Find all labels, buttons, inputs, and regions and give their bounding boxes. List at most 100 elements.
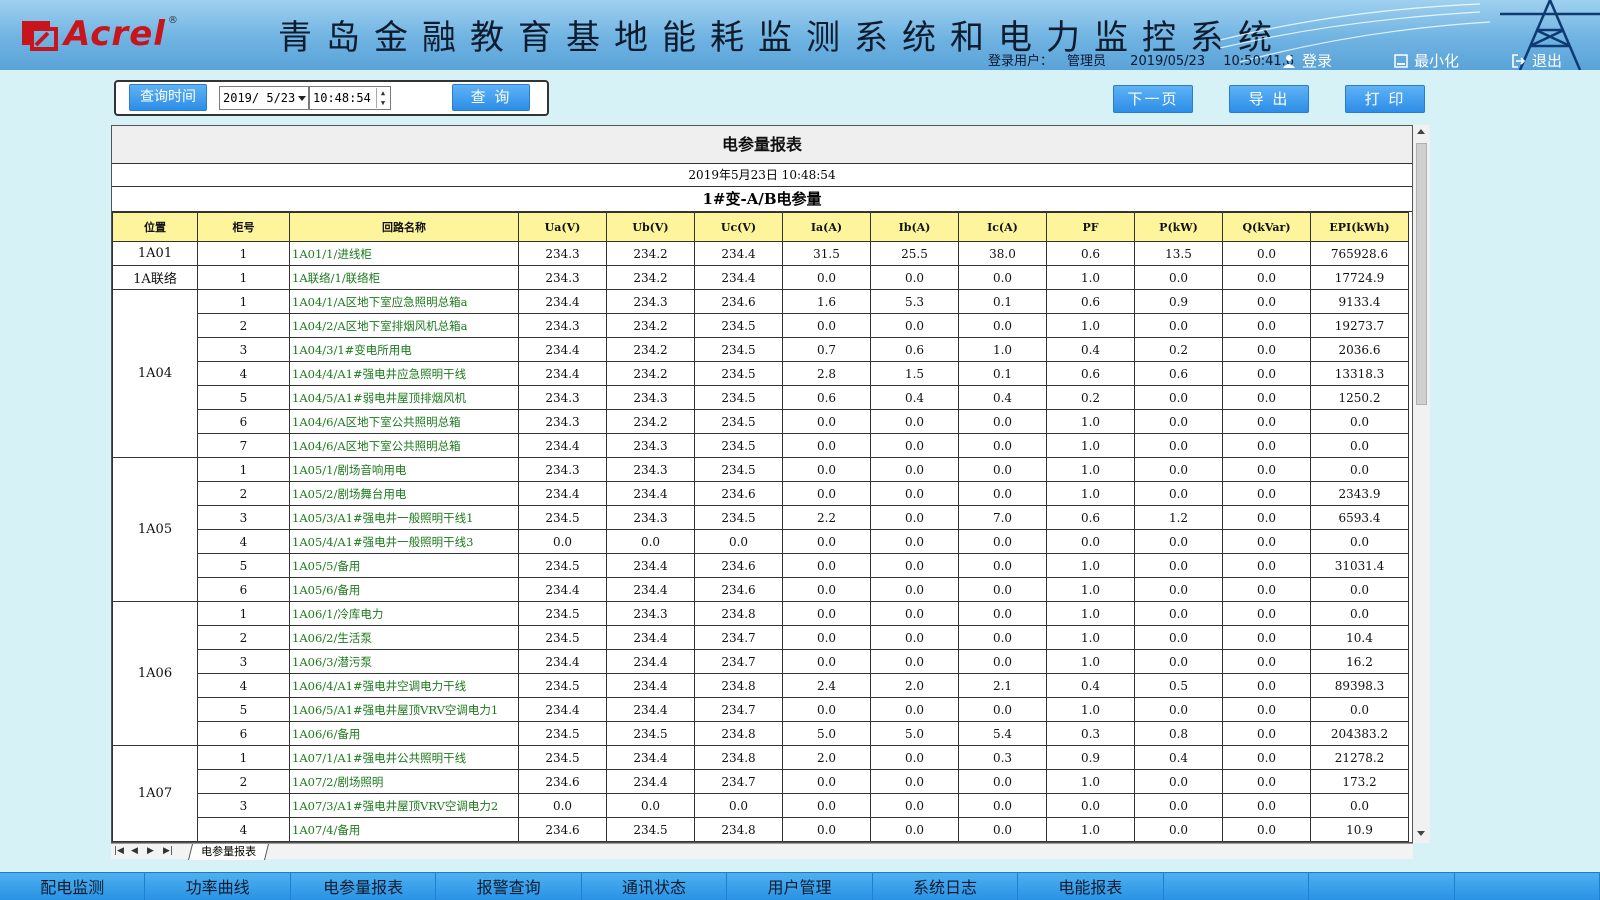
query-button[interactable]: 查 询 xyxy=(452,84,530,111)
value-cell: 0.0 xyxy=(870,481,959,506)
circuit-name-cell: 1A05/5/备用 xyxy=(289,553,519,578)
query-date-picker[interactable]: 2019/ 5/23 xyxy=(219,86,309,110)
login-button[interactable]: 登录 xyxy=(1282,50,1332,70)
exit-button[interactable]: 退出 xyxy=(1512,50,1562,70)
next-page-button[interactable]: 下一页 xyxy=(1113,85,1193,113)
table-row[interactable]: 2 1A05/2/剧场舞台用电 234.4 234.4 234.6 0.0 0.0 0.0 1.… xyxy=(113,481,1409,506)
prev-sheet-icon[interactable]: ◀ xyxy=(131,846,138,856)
value-cell: 0.3 xyxy=(1046,721,1135,746)
table-row[interactable]: 2 1A06/2/生活泵 234.5 234.4 234.7 0.0 0.0 0.0 1.0 0.… xyxy=(113,625,1409,650)
sheet-tab-electrical-report[interactable]: 电参量报表 xyxy=(188,844,269,860)
nav-item[interactable] xyxy=(1455,873,1600,900)
next-sheet-icon[interactable]: ▶ xyxy=(147,846,154,856)
dropdown-arrow-icon[interactable] xyxy=(298,96,306,101)
table-row[interactable]: 4 1A07/4/备用 234.6 234.5 234.8 0.0 0.0 0.0 1.0 0.0… xyxy=(113,817,1409,842)
print-button[interactable]: 打 印 xyxy=(1345,85,1425,113)
table-row[interactable]: 1A05 1 1A05/1/剧场音响用电 234.3 234.3 234.5 0.0 0.0 0… xyxy=(112,457,1409,602)
table-row[interactable]: 7 1A04/6/A区地下室公共照明总箱 234.4 234.3 234.5 0.0 0.0… xyxy=(113,433,1409,458)
table-row[interactable]: 1A07 1 1A07/1/A1#强电井公共照明干线 234.5 234.4 234.8 2… xyxy=(112,745,1409,842)
table-row[interactable]: 3 1A06/3/潜污泵 234.4 234.4 234.7 0.0 0.0 0.0 1.0 0.… xyxy=(113,649,1409,674)
value-cell: 234.4 xyxy=(518,649,607,674)
nav-item[interactable] xyxy=(1309,873,1455,900)
table-row[interactable]: 5 1A04/5/A1#弱电井屋顶排烟风机 234.3 234.3 234.5 0.6 0.… xyxy=(113,385,1409,410)
table-row[interactable]: 6 1A04/6/A区地下室公共照明总箱 234.3 234.2 234.5 0.0 0.0… xyxy=(113,409,1409,434)
nav-item[interactable]: 配电监测 xyxy=(0,873,146,900)
value-cell: 0.0 xyxy=(958,625,1047,650)
value-cell: 234.4 xyxy=(606,649,695,674)
value-cell: 234.6 xyxy=(694,553,783,578)
spin-down-icon[interactable]: ▼ xyxy=(377,98,389,108)
nav-item[interactable]: 电参量报表 xyxy=(291,873,437,900)
export-button[interactable]: 导 出 xyxy=(1229,85,1309,113)
table-row[interactable]: 4 1A05/4/A1#强电井一般照明干线3 0.0 0.0 0.0 0.0 0.0 0.0 0… xyxy=(113,529,1409,554)
location-cell: 1A07 xyxy=(112,745,198,842)
value-cell: 0.0 xyxy=(958,649,1047,674)
value-cell: 765928.6 xyxy=(1310,241,1409,266)
value-cell: 0.0 xyxy=(870,577,959,602)
table-row[interactable]: 1A06 1 1A06/1/冷库电力 234.5 234.3 234.8 0.0 0.0 0.0… xyxy=(112,601,1409,746)
nav-item[interactable]: 功率曲线 xyxy=(145,873,291,900)
value-cell: 0.0 xyxy=(1222,745,1311,770)
scroll-down-icon[interactable] xyxy=(1417,831,1425,836)
table-row[interactable]: 5 1A06/5/A1#强电井屋顶VRV空调电力1 234.4 234.4 234.7 0… xyxy=(113,697,1409,722)
value-cell: 0.0 xyxy=(870,649,959,674)
value-cell: 0.0 xyxy=(1134,409,1223,434)
table-row[interactable]: 4 1A04/4/A1#强电井应急照明干线 234.4 234.2 234.5 2.8 1.… xyxy=(113,361,1409,386)
value-cell: 234.4 xyxy=(518,481,607,506)
table-row[interactable]: 6 1A06/6/备用 234.5 234.5 234.8 5.0 5.0 5.4 0.3 0.8… xyxy=(113,721,1409,746)
value-cell: 0.0 xyxy=(1134,553,1223,578)
table-row[interactable]: 3 1A05/3/A1#强电井一般照明干线1 234.5 234.3 234.5 2.2 0… xyxy=(113,505,1409,530)
table-row[interactable]: 2 1A04/2/A区地下室排烟风机总箱a 234.3 234.2 234.5 0.0 0.… xyxy=(113,313,1409,338)
value-cell: 1.0 xyxy=(1046,553,1135,578)
value-cell: 0.6 xyxy=(1046,289,1135,314)
nav-item[interactable]: 报警查询 xyxy=(436,873,582,900)
value-cell: 0.0 xyxy=(1222,721,1311,746)
query-time-picker[interactable]: 10:48:54 ▲ ▼ xyxy=(309,86,391,110)
first-sheet-icon[interactable]: |◀ xyxy=(114,846,124,856)
last-sheet-icon[interactable]: ▶| xyxy=(163,846,173,856)
table-row[interactable]: 3 1A04/3/1#变电所用电 234.4 234.2 234.5 0.7 0.6 1.0 0… xyxy=(113,337,1409,362)
value-cell: 0.0 xyxy=(782,553,871,578)
table-row[interactable]: 6 1A05/6/备用 234.4 234.4 234.6 0.0 0.0 0.0 1.0 0.0… xyxy=(113,577,1409,602)
bottom-navigation: 配电监测 功率曲线 电参量报表 报警查询 通讯状态 用户管理 系统日志 电能报表 xyxy=(0,872,1600,900)
value-cell: 234.5 xyxy=(606,721,695,746)
nav-item[interactable]: 用户管理 xyxy=(727,873,873,900)
table-row[interactable]: 5 1A05/5/备用 234.5 234.4 234.6 0.0 0.0 0.0 1.0 0.0… xyxy=(113,553,1409,578)
value-cell: 0.0 xyxy=(870,601,959,626)
scroll-up-icon[interactable] xyxy=(1417,129,1425,134)
value-cell: 0.6 xyxy=(1134,361,1223,386)
table-row[interactable]: 3 1A07/3/A1#强电井屋顶VRV空调电力2 0.0 0.0 0.0 0.0 0.0 0… xyxy=(113,793,1409,818)
value-cell: 234.4 xyxy=(518,577,607,602)
circuit-name-cell: 1A04/6/A区地下室公共照明总箱 xyxy=(289,409,519,434)
value-cell: 1250.2 xyxy=(1310,385,1409,410)
acrel-logo: Acrel ® xyxy=(20,12,178,56)
table-row[interactable]: 1A01 1 1A01/1/进线柜 234.3 234.2 234.4 31.5 25.5 38… xyxy=(112,241,1409,266)
value-cell: 0.0 xyxy=(1310,697,1409,722)
value-cell: 234.4 xyxy=(606,745,695,770)
time-spinner[interactable]: ▲ ▼ xyxy=(376,88,389,108)
minimize-button[interactable]: 最小化 xyxy=(1394,50,1459,70)
table-row[interactable]: 2 1A07/2/剧场照明 234.6 234.4 234.7 0.0 0.0 0.0 1.0 0… xyxy=(113,769,1409,794)
nav-item[interactable]: 电能报表 xyxy=(1018,873,1164,900)
nav-item[interactable] xyxy=(1164,873,1310,900)
vertical-scrollbar[interactable] xyxy=(1413,125,1430,843)
value-cell: 0.0 xyxy=(782,601,871,626)
value-cell: 0.0 xyxy=(870,433,959,458)
nav-item[interactable]: 系统日志 xyxy=(873,873,1019,900)
nav-item[interactable]: 通讯状态 xyxy=(582,873,728,900)
value-cell: 0.0 xyxy=(782,625,871,650)
value-cell: 234.3 xyxy=(518,457,607,482)
value-cell: 234.6 xyxy=(694,577,783,602)
value-cell: 2.8 xyxy=(782,361,871,386)
query-time-button[interactable]: 查询时间 xyxy=(129,84,207,111)
location-cell: 1A06 xyxy=(112,601,198,746)
table-row[interactable]: 1A04 1 1A04/1/A区地下室应急照明总箱a 234.4 234.3 234.6 1… xyxy=(112,289,1409,458)
table-row[interactable]: 1A联络 1 1A联络/1/联络柜 234.3 234.2 234.4 0.0 0.0 0.0 1… xyxy=(112,265,1409,290)
value-cell: 0.0 xyxy=(1222,433,1311,458)
table-row[interactable]: 4 1A06/4/A1#强电井空调电力干线 234.5 234.4 234.8 2.4 2.… xyxy=(113,673,1409,698)
value-cell: 234.5 xyxy=(518,721,607,746)
value-cell: 0.0 xyxy=(958,313,1047,338)
value-cell: 0.0 xyxy=(958,793,1047,818)
spin-up-icon[interactable]: ▲ xyxy=(377,88,389,98)
scroll-thumb[interactable] xyxy=(1416,143,1427,405)
